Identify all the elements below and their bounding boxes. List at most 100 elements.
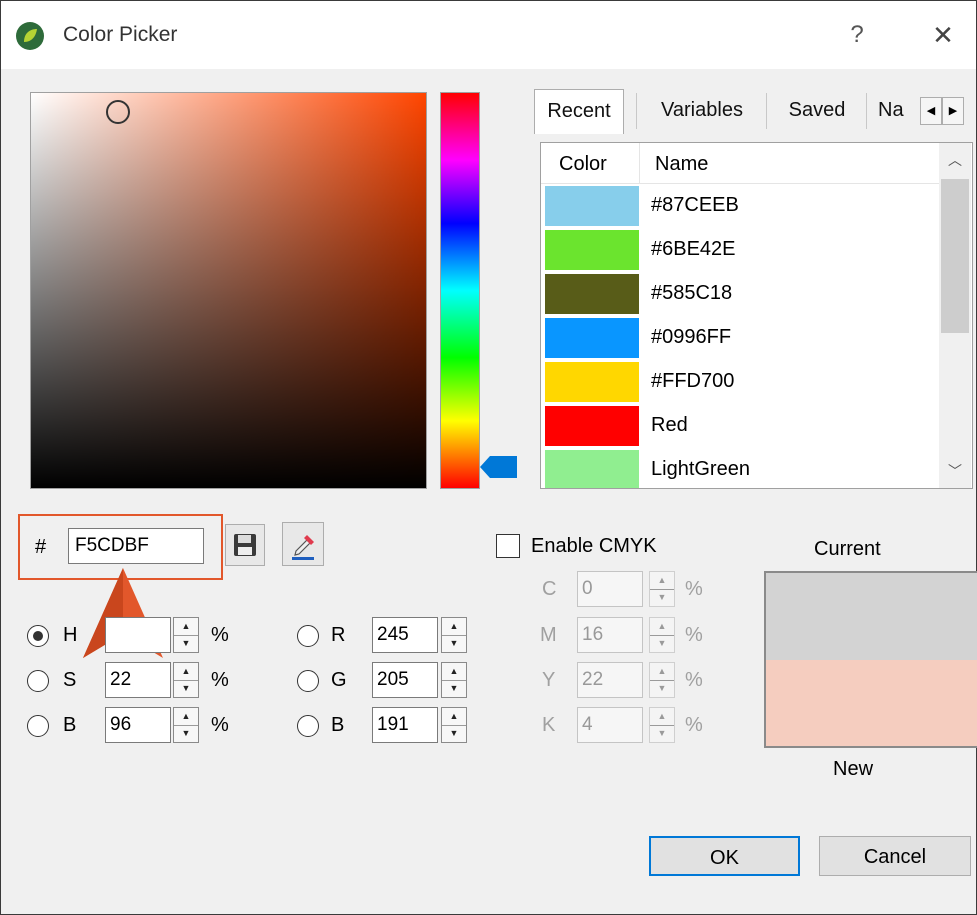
cyan-stepper[interactable]: ▲ ▼: [649, 571, 675, 607]
spin-down-icon[interactable]: ▼: [442, 635, 466, 652]
eyedropper-button[interactable]: [282, 522, 324, 566]
radio-hue[interactable]: [27, 625, 49, 647]
red-field[interactable]: [372, 617, 438, 653]
list-item[interactable]: #FFD700: [541, 360, 939, 404]
scroll-thumb[interactable]: [941, 179, 969, 333]
color-name: LightGreen: [651, 458, 750, 480]
recent-colors-list: Color Name #87CEEB #6BE42E #585C18 #0996…: [540, 142, 973, 489]
new-color-swatch: [766, 660, 977, 746]
brightness-field[interactable]: [105, 707, 171, 743]
enable-cmyk-checkbox[interactable]: [496, 534, 520, 558]
saturation-brightness-field[interactable]: [30, 92, 427, 489]
brightness-stepper[interactable]: ▲ ▼: [173, 707, 199, 743]
hex-prefix: #: [35, 536, 47, 558]
tab-divider: [766, 93, 767, 129]
tab-named[interactable]: Na: [872, 89, 922, 133]
current-color-swatch: [766, 573, 977, 660]
spin-down-icon[interactable]: ▼: [174, 725, 198, 742]
window-title: Color Picker: [63, 23, 178, 46]
green-field[interactable]: [372, 662, 438, 698]
yellow-stepper[interactable]: ▲ ▼: [649, 662, 675, 698]
enable-cmyk-label[interactable]: Enable CMYK: [531, 535, 657, 558]
radio-blue[interactable]: [297, 715, 319, 737]
radio-green[interactable]: [297, 670, 319, 692]
yellow-label: Y: [542, 669, 556, 691]
hex-input[interactable]: [68, 528, 204, 564]
ok-button[interactable]: OK: [649, 836, 800, 876]
list-item[interactable]: #6BE42E: [541, 228, 939, 272]
color-swatch: [545, 362, 639, 402]
spin-up-icon[interactable]: ▲: [174, 618, 198, 636]
list-item[interactable]: #0996FF: [541, 316, 939, 360]
green-label: G: [331, 669, 347, 691]
current-color-label: Current: [814, 538, 881, 560]
tab-saved[interactable]: Saved: [772, 89, 862, 133]
spin-up-icon[interactable]: ▲: [650, 663, 674, 681]
spin-up-icon[interactable]: ▲: [442, 708, 466, 726]
spin-down-icon[interactable]: ▼: [174, 635, 198, 652]
cyan-field[interactable]: [577, 571, 643, 607]
help-button[interactable]: ?: [837, 17, 877, 53]
hue-slider[interactable]: [440, 92, 480, 489]
spin-up-icon[interactable]: ▲: [650, 708, 674, 726]
list-item[interactable]: LightGreen: [541, 448, 939, 488]
spin-down-icon[interactable]: ▼: [174, 680, 198, 697]
hue-marker-icon[interactable]: [480, 455, 518, 479]
blue-label: B: [331, 714, 345, 736]
saturation-brightness-cursor[interactable]: [106, 100, 130, 124]
spin-down-icon[interactable]: ▼: [442, 725, 466, 742]
column-divider: [639, 143, 640, 183]
spin-down-icon[interactable]: ▼: [650, 725, 674, 742]
save-color-button[interactable]: [225, 524, 265, 566]
column-header-color[interactable]: Color: [559, 153, 607, 176]
list-scrollbar[interactable]: ︿ ﹀: [939, 143, 971, 488]
spin-up-icon[interactable]: ▲: [650, 618, 674, 636]
tab-variables[interactable]: Variables: [642, 89, 762, 133]
yellow-field[interactable]: [577, 662, 643, 698]
tab-divider: [636, 93, 637, 129]
red-stepper[interactable]: ▲ ▼: [441, 617, 467, 653]
magenta-stepper[interactable]: ▲ ▼: [649, 617, 675, 653]
spin-down-icon[interactable]: ▼: [650, 589, 674, 606]
radio-brightness[interactable]: [27, 715, 49, 737]
magenta-field[interactable]: [577, 617, 643, 653]
key-field[interactable]: [577, 707, 643, 743]
spin-down-icon[interactable]: ▼: [442, 680, 466, 697]
green-stepper[interactable]: ▲ ▼: [441, 662, 467, 698]
list-header: Color Name: [541, 143, 941, 184]
spin-up-icon[interactable]: ▲: [442, 618, 466, 636]
list-item[interactable]: #87CEEB: [541, 184, 939, 228]
hue-field[interactable]: [105, 617, 171, 653]
list-item[interactable]: #585C18: [541, 272, 939, 316]
spin-up-icon[interactable]: ▲: [174, 663, 198, 681]
spin-up-icon[interactable]: ▲: [650, 572, 674, 590]
cancel-button[interactable]: Cancel: [819, 836, 971, 876]
spin-down-icon[interactable]: ▼: [650, 635, 674, 652]
spin-up-icon[interactable]: ▲: [442, 663, 466, 681]
saturation-field[interactable]: [105, 662, 171, 698]
radio-saturation[interactable]: [27, 670, 49, 692]
color-swatch: [545, 274, 639, 314]
column-header-name[interactable]: Name: [655, 153, 708, 176]
hue-stepper[interactable]: ▲ ▼: [173, 617, 199, 653]
blue-stepper[interactable]: ▲ ▼: [441, 707, 467, 743]
list-item[interactable]: Red: [541, 404, 939, 448]
red-label: R: [331, 624, 346, 646]
hue-label: H: [63, 624, 78, 646]
scroll-up-icon[interactable]: ︿: [939, 143, 971, 177]
saturation-stepper[interactable]: ▲ ▼: [173, 662, 199, 698]
tab-scroll-right-icon[interactable]: ▶: [942, 97, 964, 125]
tab-scroll-left-icon[interactable]: ◀: [920, 97, 942, 125]
spin-down-icon[interactable]: ▼: [650, 680, 674, 697]
radio-red[interactable]: [297, 625, 319, 647]
close-button[interactable]: ✕: [921, 17, 965, 53]
blue-field[interactable]: [372, 707, 438, 743]
color-swatch: [545, 318, 639, 358]
spin-up-icon[interactable]: ▲: [174, 708, 198, 726]
scroll-down-icon[interactable]: ﹀: [939, 454, 971, 488]
key-stepper[interactable]: ▲ ▼: [649, 707, 675, 743]
brightness-label: B: [63, 714, 77, 736]
color-swatch: [545, 406, 639, 446]
floppy-disk-icon: [234, 534, 256, 556]
tab-recent[interactable]: Recent: [534, 89, 624, 134]
